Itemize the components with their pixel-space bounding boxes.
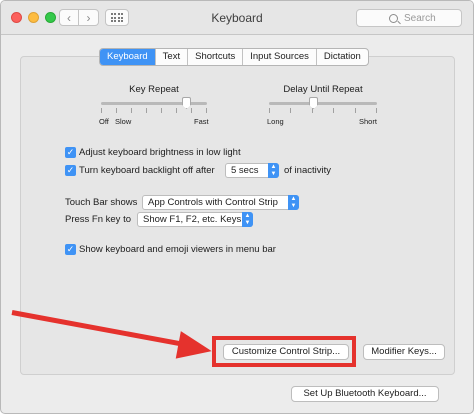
tab-dictation[interactable]: Dictation [317, 49, 368, 65]
show-viewers-checkbox[interactable]: ✓ [65, 244, 76, 255]
delay-until-repeat-slider[interactable] [269, 102, 377, 105]
touch-bar-shows-label: Touch Bar shows [65, 197, 138, 208]
inactivity-label: of inactivity [284, 165, 331, 176]
tab-input-sources[interactable]: Input Sources [243, 49, 317, 65]
backlight-timeout-value: 5 secs [231, 165, 259, 176]
press-fn-key-value: Show F1, F2, etc. Keys [143, 214, 242, 225]
checkmark-icon: ✓ [66, 244, 75, 254]
modifier-keys-button[interactable]: Modifier Keys... [363, 344, 445, 360]
popup-arrows-icon: ▲ ▼ [288, 195, 299, 210]
search-field[interactable]: Search [356, 9, 462, 27]
annotation-arrow-head [175, 331, 215, 365]
delay-until-repeat-ticks [269, 108, 377, 113]
delay-long-label: Long [267, 117, 284, 126]
backlight-off-checkbox[interactable]: ✓ [65, 165, 76, 176]
tab-bar: Keyboard Text Shortcuts Input Sources Di… [99, 48, 369, 66]
key-repeat-slow-label: Slow [115, 117, 132, 126]
delay-until-repeat-label: Delay Until Repeat [283, 84, 363, 95]
key-repeat-fast-label: Fast [194, 117, 209, 126]
key-repeat-off-label: Off [99, 117, 109, 126]
checkmark-icon: ✓ [66, 147, 75, 157]
checkmark-icon: ✓ [66, 165, 75, 175]
delay-short-label: Short [359, 117, 377, 126]
touch-bar-shows-value: App Controls with Control Strip [148, 197, 278, 208]
annotation-highlight-box [212, 336, 356, 367]
popup-arrows-icon: ▲ ▼ [242, 212, 253, 227]
backlight-timeout-popup[interactable]: 5 secs ▲ ▼ [225, 163, 279, 178]
set-up-bluetooth-keyboard-button[interactable]: Set Up Bluetooth Keyboard... [291, 386, 439, 402]
title-bar: ‹ › Keyboard Search [1, 1, 473, 35]
adjust-brightness-checkbox[interactable]: ✓ [65, 147, 76, 158]
tab-shortcuts[interactable]: Shortcuts [188, 49, 244, 65]
show-viewers-label: Show keyboard and emoji viewers in menu … [79, 244, 276, 255]
adjust-brightness-label: Adjust keyboard brightness in low light [79, 147, 241, 158]
press-fn-key-label: Press Fn key to [65, 214, 131, 225]
key-repeat-label: Key Repeat [129, 84, 179, 95]
tab-keyboard[interactable]: Keyboard [100, 49, 156, 65]
search-placeholder: Search [404, 12, 436, 24]
touch-bar-shows-popup[interactable]: App Controls with Control Strip ▲ ▼ [142, 195, 299, 210]
press-fn-key-popup[interactable]: Show F1, F2, etc. Keys ▲ ▼ [137, 212, 253, 227]
search-icon [389, 13, 398, 23]
key-repeat-ticks [101, 108, 207, 113]
backlight-off-label: Turn keyboard backlight off after [79, 165, 215, 176]
key-repeat-slider[interactable] [101, 102, 207, 105]
popup-arrows-icon: ▲ ▼ [268, 163, 279, 178]
tab-text[interactable]: Text [156, 49, 189, 65]
